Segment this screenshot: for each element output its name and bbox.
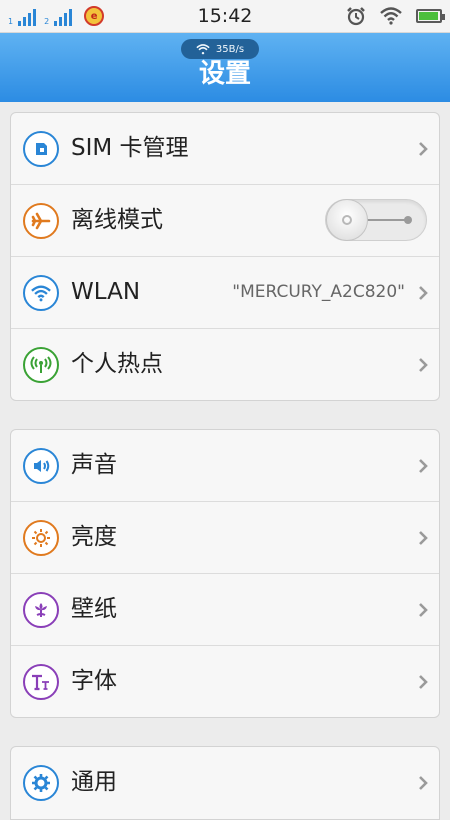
setting-label: SIM 卡管理 [71, 135, 189, 161]
setting-label: 壁纸 [71, 596, 117, 622]
brightness-icon [23, 520, 59, 556]
setting-font[interactable]: 字体 [11, 646, 439, 717]
setting-wallpaper[interactable]: 壁纸 [11, 574, 439, 646]
chevron-right-icon [417, 257, 429, 328]
chevron-right-icon [417, 113, 429, 184]
chevron-right-icon [417, 430, 429, 501]
setting-label: 通用 [71, 769, 117, 795]
settings-group-general: 通用 [10, 746, 440, 820]
setting-general[interactable]: 通用 [11, 747, 439, 819]
setting-label: WLAN [71, 279, 141, 305]
wifi-icon [23, 275, 59, 311]
setting-wlan[interactable]: WLAN "MERCURY_A2C820" [11, 257, 439, 329]
wifi-icon [380, 7, 402, 25]
chevron-right-icon [417, 646, 429, 717]
setting-brightness[interactable]: 亮度 [11, 502, 439, 574]
page-title: 设置 [198, 59, 251, 89]
setting-label: 字体 [71, 668, 117, 694]
chevron-right-icon [417, 502, 429, 573]
airplane-icon [23, 203, 59, 239]
settings-group-display: 声音 亮度 壁纸 字体 [10, 429, 440, 718]
gear-icon [23, 765, 59, 801]
chevron-right-icon [417, 747, 429, 818]
setting-label: 离线模式 [71, 207, 163, 233]
setting-sound[interactable]: 声音 [11, 430, 439, 502]
setting-sim-card[interactable]: SIM 卡管理 [11, 113, 439, 185]
setting-hotspot[interactable]: 个人热点 [11, 329, 439, 400]
setting-airplane-mode[interactable]: 离线模式 [11, 185, 439, 257]
wlan-network-name: "MERCURY_A2C820" [232, 282, 405, 302]
setting-label: 个人热点 [71, 351, 163, 377]
setting-label: 声音 [71, 452, 117, 478]
wallpaper-flower-icon [23, 592, 59, 628]
chevron-right-icon [417, 574, 429, 645]
font-icon [23, 664, 59, 700]
speaker-icon [23, 448, 59, 484]
alarm-icon [347, 7, 365, 26]
hotspot-icon [23, 347, 59, 383]
settings-group-connectivity: SIM 卡管理 离线模式 WLAN "MERCURY_A2C820" 个人热点 [10, 112, 440, 401]
airplane-mode-toggle[interactable] [325, 199, 427, 241]
status-right [346, 6, 445, 26]
battery-icon [416, 9, 445, 23]
chevron-right-icon [417, 329, 429, 400]
sim-card-icon [23, 131, 59, 167]
title-bar: 35B/s 设置 [0, 33, 450, 102]
status-bar: 1 2 e 15:42 [0, 0, 450, 33]
setting-label: 亮度 [71, 524, 117, 550]
